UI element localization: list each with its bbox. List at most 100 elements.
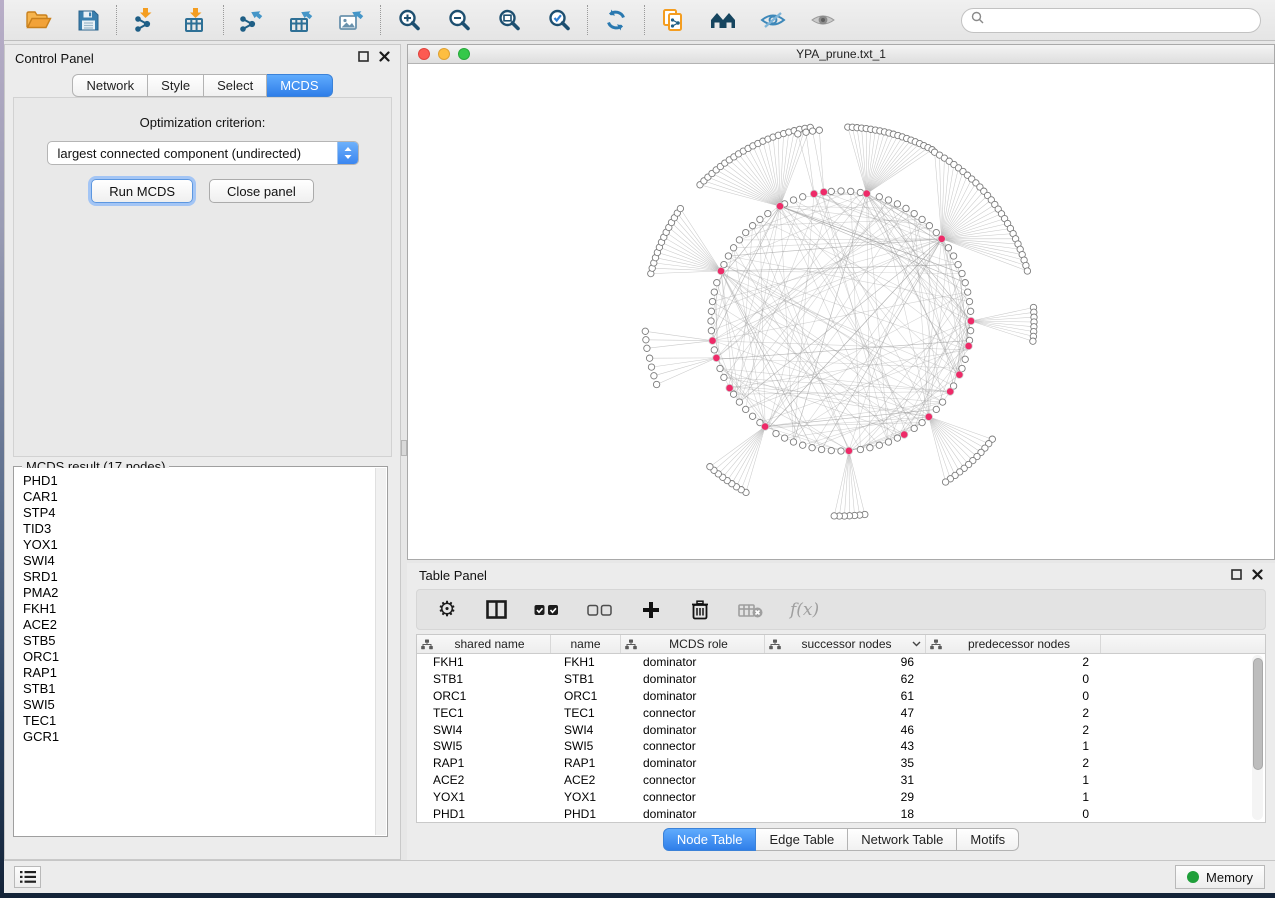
import-table-icon[interactable] bbox=[180, 5, 210, 35]
table-scrollbar[interactable] bbox=[1252, 655, 1263, 820]
result-scrollbar[interactable] bbox=[375, 468, 386, 835]
float-panel-icon[interactable] bbox=[1231, 567, 1242, 585]
mcds-result-item[interactable]: PMA2 bbox=[23, 585, 378, 601]
tab-node-table[interactable]: Node Table bbox=[663, 828, 757, 851]
main-toolbar bbox=[4, 0, 1275, 41]
cell-name: ORC1 bbox=[551, 689, 621, 703]
deselect-all-icon[interactable] bbox=[587, 604, 613, 616]
cell-predecessor_nodes: 2 bbox=[926, 706, 1101, 720]
column-header-successor_nodes[interactable]: successor nodes bbox=[765, 635, 926, 653]
export-network-icon[interactable] bbox=[237, 5, 267, 35]
select-all-icon[interactable] bbox=[534, 604, 560, 616]
cell-mcds_role: connector bbox=[621, 773, 765, 787]
split-panel-icon[interactable] bbox=[485, 600, 507, 619]
column-header-name[interactable]: name bbox=[551, 635, 621, 653]
memory-status-icon bbox=[1187, 871, 1199, 883]
cell-mcds_role: dominator bbox=[621, 655, 765, 669]
mcds-result-item[interactable]: TEC1 bbox=[23, 713, 378, 729]
table-row-PHD1[interactable]: PHD1PHD1dominator180 bbox=[417, 805, 1265, 822]
cell-successor_nodes: 18 bbox=[765, 807, 926, 821]
import-network-icon[interactable] bbox=[130, 5, 160, 35]
table-row-STB1[interactable]: STB1STB1dominator620 bbox=[417, 671, 1265, 688]
network-canvas[interactable] bbox=[408, 64, 1274, 559]
tab-network[interactable]: Network bbox=[72, 74, 148, 97]
cell-shared_name: YOX1 bbox=[417, 790, 551, 804]
mcds-result-item[interactable]: SWI4 bbox=[23, 553, 378, 569]
table-row-RAP1[interactable]: RAP1RAP1dominator352 bbox=[417, 755, 1265, 772]
mcds-result-item[interactable]: GCR1 bbox=[23, 729, 378, 745]
network-window-titlebar[interactable]: YPA_prune.txt_1 bbox=[408, 45, 1274, 64]
export-table-icon[interactable] bbox=[287, 5, 317, 35]
tab-network-table[interactable]: Network Table bbox=[848, 828, 957, 851]
control-panel-tabs: NetworkStyleSelectMCDS bbox=[5, 74, 400, 97]
cell-mcds_role: dominator bbox=[621, 672, 765, 686]
tab-select[interactable]: Select bbox=[204, 74, 267, 97]
control-panel-title: Control Panel bbox=[15, 51, 94, 66]
mcds-result-item[interactable]: STB1 bbox=[23, 681, 378, 697]
float-panel-icon[interactable] bbox=[358, 49, 369, 67]
close-panel-icon[interactable] bbox=[379, 49, 390, 67]
tab-edge-table[interactable]: Edge Table bbox=[756, 828, 848, 851]
settings-icon[interactable]: ⚙ bbox=[436, 599, 458, 620]
mcds-result-item[interactable]: CAR1 bbox=[23, 489, 378, 505]
tab-mcds[interactable]: MCDS bbox=[267, 74, 332, 97]
mcds-result-item[interactable]: SRD1 bbox=[23, 569, 378, 585]
copy-network-icon[interactable] bbox=[658, 5, 688, 35]
cell-predecessor_nodes: 0 bbox=[926, 807, 1101, 821]
tab-style[interactable]: Style bbox=[148, 74, 204, 97]
criterion-dropdown[interactable]: largest connected component (undirected) bbox=[47, 141, 359, 165]
cell-predecessor_nodes: 1 bbox=[926, 790, 1101, 804]
mcds-result-item[interactable]: RAP1 bbox=[23, 665, 378, 681]
table-row-YOX1[interactable]: YOX1YOX1connector291 bbox=[417, 788, 1265, 805]
table-row-ACE2[interactable]: ACE2ACE2connector311 bbox=[417, 772, 1265, 789]
mcds-result-item[interactable]: SWI5 bbox=[23, 697, 378, 713]
cell-successor_nodes: 31 bbox=[765, 773, 926, 787]
cell-shared_name: TEC1 bbox=[417, 706, 551, 720]
column-header-mcds_role[interactable]: MCDS role bbox=[621, 635, 765, 653]
search-input[interactable] bbox=[990, 13, 1251, 27]
run-mcds-button[interactable]: Run MCDS bbox=[91, 179, 193, 203]
mcds-result-item[interactable]: STP4 bbox=[23, 505, 378, 521]
table-row-SWI4[interactable]: SWI4SWI4dominator462 bbox=[417, 721, 1265, 738]
hide-selected-icon[interactable] bbox=[758, 5, 788, 35]
close-panel-icon[interactable] bbox=[1252, 567, 1263, 585]
zoom-selected-icon[interactable] bbox=[544, 5, 574, 35]
column-header-shared_name[interactable]: shared name bbox=[417, 635, 551, 653]
first-neighbors-icon[interactable] bbox=[708, 5, 738, 35]
control-panel-header: Control Panel bbox=[5, 45, 400, 71]
mcds-result-item[interactable]: YOX1 bbox=[23, 537, 378, 553]
column-header-predecessor_nodes[interactable]: predecessor nodes bbox=[926, 635, 1101, 653]
table-row-FKH1[interactable]: FKH1FKH1dominator962 bbox=[417, 654, 1265, 671]
mcds-result-item[interactable]: ORC1 bbox=[23, 649, 378, 665]
tab-motifs[interactable]: Motifs bbox=[957, 828, 1019, 851]
zoom-out-icon[interactable] bbox=[444, 5, 474, 35]
mcds-result-item[interactable]: PHD1 bbox=[23, 473, 378, 489]
mcds-result-item[interactable]: TID3 bbox=[23, 521, 378, 537]
zoom-in-icon[interactable] bbox=[394, 5, 424, 35]
cell-successor_nodes: 47 bbox=[765, 706, 926, 720]
cell-shared_name: ACE2 bbox=[417, 773, 551, 787]
task-history-button[interactable] bbox=[14, 866, 41, 888]
table-row-ORC1[interactable]: ORC1ORC1dominator610 bbox=[417, 688, 1265, 705]
table-scrollbar-thumb[interactable] bbox=[1253, 658, 1263, 770]
table-row-TEC1[interactable]: TEC1TEC1connector472 bbox=[417, 704, 1265, 721]
open-file-icon[interactable] bbox=[23, 5, 53, 35]
cell-name: TEC1 bbox=[551, 706, 621, 720]
zoom-fit-icon[interactable] bbox=[494, 5, 524, 35]
mcds-result-item[interactable]: STB5 bbox=[23, 633, 378, 649]
table-row-SWI5[interactable]: SWI5SWI5connector431 bbox=[417, 738, 1265, 755]
table-panel: Table Panel ⚙f(x) shared namenameMCDS ro… bbox=[407, 563, 1275, 860]
cell-predecessor_nodes: 0 bbox=[926, 689, 1101, 703]
show-all-icon[interactable] bbox=[808, 5, 838, 35]
save-session-icon[interactable] bbox=[73, 5, 103, 35]
search-box[interactable] bbox=[961, 8, 1261, 33]
cell-shared_name: PHD1 bbox=[417, 807, 551, 821]
export-image-icon[interactable] bbox=[337, 5, 367, 35]
add-column-icon[interactable] bbox=[640, 601, 662, 619]
delete-columns-icon[interactable] bbox=[689, 600, 711, 620]
mcds-result-item[interactable]: FKH1 bbox=[23, 601, 378, 617]
mcds-result-item[interactable]: ACE2 bbox=[23, 617, 378, 633]
memory-button[interactable]: Memory bbox=[1175, 865, 1265, 889]
refresh-icon[interactable] bbox=[601, 5, 631, 35]
close-panel-button[interactable]: Close panel bbox=[209, 179, 314, 203]
